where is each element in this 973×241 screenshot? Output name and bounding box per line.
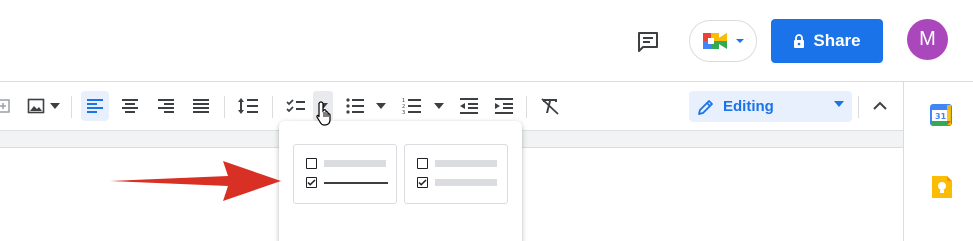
toolbar-divider: [224, 96, 225, 118]
line-spacing-icon: [238, 98, 258, 114]
increase-indent-icon: [495, 98, 513, 114]
line-spacing-button[interactable]: [234, 91, 262, 121]
meet-button[interactable]: [689, 20, 757, 62]
insert-link-icon: [0, 99, 10, 113]
keep-icon[interactable]: [931, 175, 953, 199]
placeholder-line: [324, 160, 386, 167]
justify-button[interactable]: [187, 91, 215, 121]
editing-mode-label: Editing: [723, 98, 774, 115]
align-left-button[interactable]: [81, 91, 109, 121]
docs-header: Share M: [0, 0, 973, 82]
checklist-row: [417, 177, 497, 188]
align-center-button[interactable]: [116, 91, 144, 121]
pencil-icon: [698, 99, 713, 115]
decrease-indent-icon: [460, 98, 478, 114]
avatar[interactable]: M: [907, 19, 948, 60]
unchecked-box-icon: [306, 158, 317, 169]
checked-box-icon: [417, 177, 428, 188]
lock-icon: [794, 34, 805, 48]
share-label: Share: [813, 31, 861, 50]
decrease-indent-button[interactable]: [455, 91, 483, 121]
checklist-option-no-strikethrough[interactable]: [404, 144, 508, 204]
comment-icon: [638, 32, 658, 52]
svg-text:3: 3: [402, 110, 405, 115]
placeholder-line: [435, 179, 497, 186]
share-button[interactable]: Share: [771, 19, 883, 63]
insert-image-button[interactable]: [22, 91, 50, 121]
bulleted-list-dropdown[interactable]: [374, 91, 388, 121]
meet-icon: [703, 33, 727, 49]
clear-formatting-icon: [541, 98, 559, 115]
docs-window: { "header": { "share_label": "Share", "a…: [0, 0, 973, 241]
editing-mode-button[interactable]: Editing: [689, 91, 852, 122]
caret-down-icon: [434, 103, 444, 109]
insert-image-dropdown[interactable]: [48, 91, 62, 121]
checklist-row: [417, 158, 497, 169]
insert-image-icon: [27, 98, 45, 114]
hide-menus-button[interactable]: [866, 91, 894, 121]
clear-formatting-button[interactable]: [536, 91, 564, 121]
numbered-list-icon: 1 2 3: [402, 98, 421, 115]
checklist-button[interactable]: [283, 91, 309, 121]
calendar-icon[interactable]: 31: [930, 104, 952, 126]
toolbar-divider: [526, 96, 527, 118]
align-right-button[interactable]: [152, 91, 180, 121]
checklist-row: [306, 177, 388, 188]
toolbar-divider: [71, 96, 72, 118]
caret-down-icon: [834, 101, 844, 107]
svg-text:31: 31: [935, 112, 947, 121]
unchecked-box-icon: [417, 158, 428, 169]
bulleted-list-button[interactable]: [341, 91, 369, 121]
bulleted-list-icon: [346, 98, 364, 114]
caret-down-icon: [376, 103, 386, 109]
toolbar-divider: [858, 96, 859, 118]
placeholder-line: [435, 160, 497, 167]
toolbar-divider: [272, 96, 273, 118]
checklist-style-menu: [279, 121, 522, 241]
numbered-list-dropdown[interactable]: [432, 91, 446, 121]
chevron-up-icon: [873, 101, 887, 110]
red-arrow-annotation: [110, 161, 281, 201]
checklist-icon: [286, 99, 305, 113]
justify-icon: [193, 99, 209, 113]
checklist-row: [306, 158, 386, 169]
checked-box-icon: [306, 177, 317, 188]
increase-indent-button[interactable]: [490, 91, 518, 121]
strikethrough-line: [324, 179, 388, 187]
side-panel: 31: [903, 82, 973, 241]
chevron-down-icon: [736, 39, 744, 43]
caret-down-icon: [50, 103, 60, 109]
align-left-icon: [87, 99, 103, 113]
align-right-icon: [158, 99, 174, 113]
insert-link-button[interactable]: [0, 91, 18, 121]
comment-history-button[interactable]: [626, 22, 670, 62]
align-center-icon: [122, 99, 138, 113]
hand-cursor-icon: [316, 101, 331, 126]
numbered-list-button[interactable]: 1 2 3: [398, 91, 426, 121]
checklist-option-strikethrough[interactable]: [293, 144, 397, 204]
